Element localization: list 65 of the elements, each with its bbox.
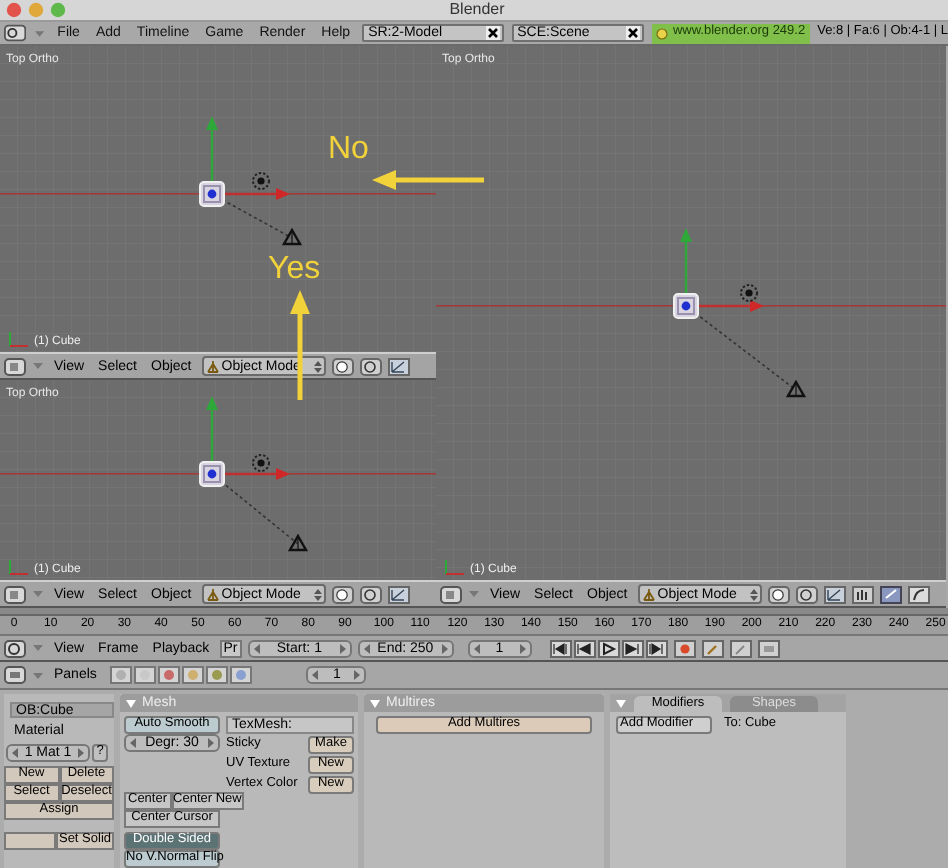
- lamp-object-drawing: [250, 170, 272, 192]
- lamp-object-drawing: [250, 452, 272, 474]
- close-icon: [626, 26, 641, 40]
- cube-object-drawing: [672, 292, 700, 320]
- manipulator-icon[interactable]: [387, 585, 410, 603]
- previous-keyframe-icon[interactable]: [573, 639, 596, 657]
- collapse-arrow-icon: [370, 699, 380, 707]
- object-mode-icon: [205, 587, 220, 601]
- annotation-arrow: [372, 170, 484, 190]
- view-axis-gizmo-icon: [6, 556, 30, 576]
- view-axis-gizmo-icon: [6, 328, 30, 348]
- manipulator-icon[interactable]: [823, 585, 846, 603]
- collapse-arrow-icon: [32, 360, 44, 372]
- decrement-arrow-icon: [473, 643, 480, 653]
- jump-end-icon[interactable]: [645, 639, 668, 657]
- manipulator-icon[interactable]: [387, 357, 410, 375]
- decrement-arrow-icon: [253, 643, 260, 653]
- decrement-arrow-icon: [312, 670, 319, 680]
- increment-arrow-icon: [339, 643, 346, 653]
- increment-arrow-icon: [519, 643, 526, 653]
- close-icon: [485, 26, 500, 40]
- lamp-object-drawing: [738, 282, 760, 304]
- collapse-arrow-icon: [32, 588, 44, 600]
- annotation-label: Yes: [268, 254, 321, 286]
- decrement-arrow-icon: [363, 643, 370, 653]
- jump-start-icon[interactable]: [549, 639, 572, 657]
- increment-arrow-icon: [354, 670, 361, 680]
- increment-arrow-icon: [208, 738, 214, 748]
- shading-icon[interactable]: [767, 585, 790, 603]
- dropdown-arrows-icon: [313, 359, 322, 373]
- object-mode-icon: [205, 359, 220, 373]
- cube-object-drawing: [198, 460, 226, 488]
- record-icon[interactable]: [673, 639, 696, 657]
- decrement-arrow-icon: [130, 738, 136, 748]
- decrement-arrow-icon: [12, 748, 18, 758]
- editor-type-icon[interactable]: [440, 585, 462, 603]
- dropdown-arrows-icon: [749, 587, 758, 601]
- increment-arrow-icon: [441, 643, 448, 653]
- next-keyframe-icon[interactable]: [621, 639, 644, 657]
- play-icon[interactable]: [597, 639, 620, 657]
- editor-type-icon[interactable]: [4, 357, 26, 375]
- blank-button[interactable]: [4, 832, 56, 850]
- collapse-arrow-icon: [468, 588, 480, 600]
- collapse-arrow-icon: [126, 699, 136, 707]
- cube-object-drawing: [198, 180, 226, 208]
- annotation-label: No: [328, 134, 369, 166]
- shading-icon[interactable]: [331, 585, 354, 603]
- object-mode-icon: [641, 587, 656, 601]
- camera-object-drawing: [786, 380, 806, 400]
- view-axis-gizmo-icon: [442, 556, 466, 576]
- dropdown-arrows-icon: [313, 587, 322, 601]
- editor-type-icon[interactable]: [4, 24, 27, 42]
- increment-arrow-icon: [78, 748, 84, 758]
- info-icon: [656, 27, 669, 39]
- collapse-arrow-icon: [32, 642, 44, 654]
- collapse-arrow-icon: [616, 700, 626, 708]
- editor-type-icon[interactable]: [4, 585, 26, 603]
- camera-object-drawing: [282, 228, 302, 248]
- collapse-arrow-icon: [34, 27, 46, 39]
- editor-type-icon[interactable]: [4, 639, 26, 657]
- collapse-arrow-icon: [32, 669, 44, 681]
- shading-icon[interactable]: [331, 357, 354, 375]
- window-title: Blender: [447, 2, 507, 18]
- camera-object-drawing: [288, 534, 308, 554]
- editor-type-icon[interactable]: [4, 666, 26, 684]
